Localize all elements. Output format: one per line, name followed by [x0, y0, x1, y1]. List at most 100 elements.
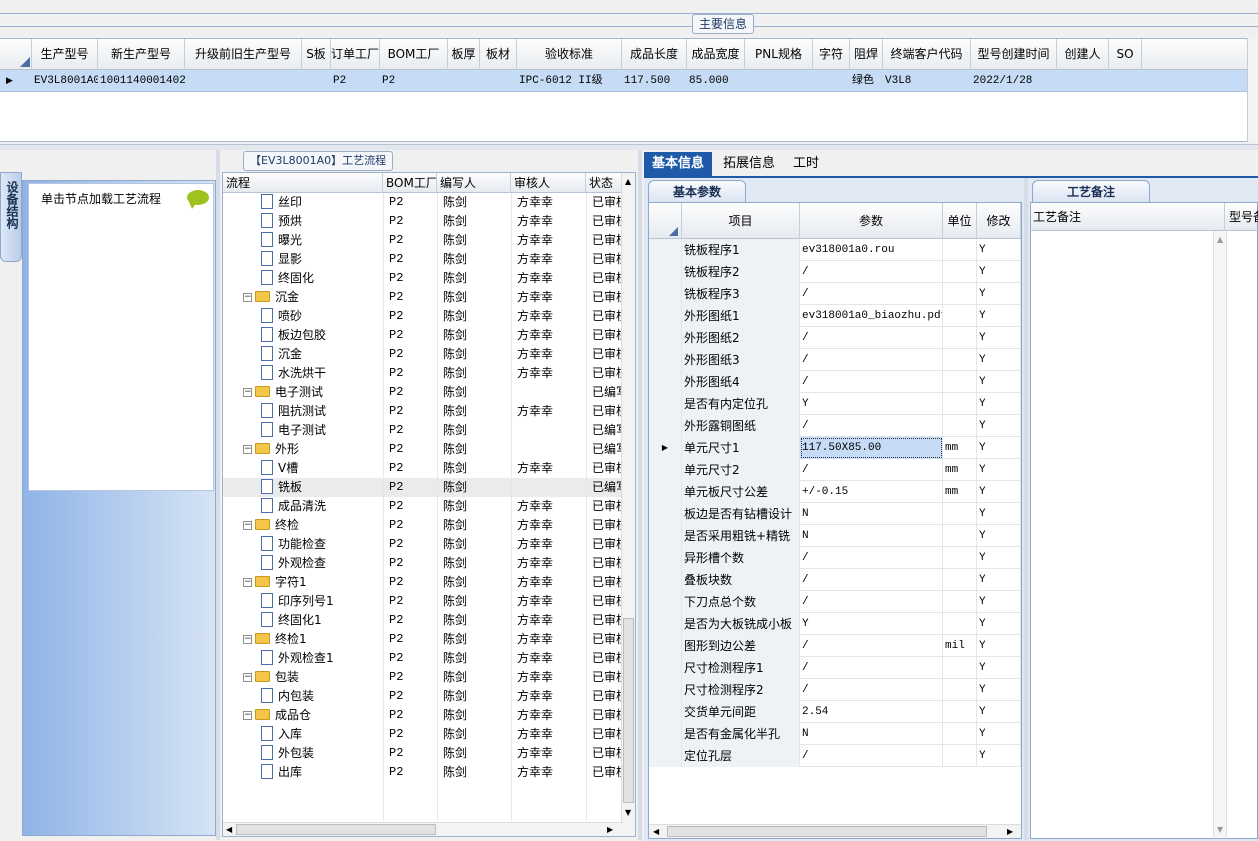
params-row[interactable]: 铣板程序3/ Y	[649, 283, 1021, 305]
grid-col-header[interactable]: 字符	[813, 39, 850, 70]
row-indicator[interactable]	[649, 613, 682, 635]
params-value-cell[interactable]: Y	[800, 613, 943, 635]
tree-node[interactable]: 外观检查1 P2 陈剑 方幸幸 已审核	[223, 649, 623, 668]
params-unit-cell[interactable]	[943, 393, 977, 415]
grid-col-header[interactable]: 验收标准	[517, 39, 622, 70]
grid-cell[interactable]	[745, 70, 813, 92]
row-indicator[interactable]	[649, 327, 682, 349]
row-indicator[interactable]	[649, 679, 682, 701]
params-row[interactable]: ▶ 单元尺寸1 117.50X85.00 mm Y	[649, 437, 1021, 459]
row-indicator[interactable]	[649, 569, 682, 591]
scroll-up-icon[interactable]: ▲	[625, 177, 631, 186]
params-edit-cell[interactable]: Y	[977, 657, 1021, 679]
tab-basic-params[interactable]: 基本参数	[648, 180, 746, 202]
params-value-cell[interactable]: N	[800, 723, 943, 745]
tree-hscroll[interactable]: ◀ ▶	[223, 822, 623, 836]
params-row[interactable]: 外形图纸1 ev318001a0_biaozhu.pdf Y	[649, 305, 1021, 327]
tree-node[interactable]: 外包装 P2 陈剑 方幸幸 已审核	[223, 744, 623, 763]
grid-cell[interactable]: 绿色	[850, 70, 883, 92]
params-row[interactable]: 图形到边公差 / mil Y	[649, 635, 1021, 657]
params-value-cell[interactable]: /	[800, 679, 943, 701]
params-col-header[interactable]: 单位	[943, 203, 977, 239]
params-edit-cell[interactable]: Y	[977, 261, 1021, 283]
grid-cell[interactable]: 2022/1/28	[971, 70, 1057, 92]
params-unit-cell[interactable]	[943, 349, 977, 371]
params-hscroll-right-icon[interactable]: ▶	[1007, 825, 1013, 838]
params-col-header[interactable]: 修改	[977, 203, 1021, 239]
params-edit-cell[interactable]: Y	[977, 437, 1021, 459]
grid-col-header[interactable]: BOM工厂	[380, 39, 448, 70]
grid-cell[interactable]: V3L8	[883, 70, 971, 92]
params-edit-cell[interactable]: Y	[977, 327, 1021, 349]
params-row[interactable]: 外形图纸4/ Y	[649, 371, 1021, 393]
node-list[interactable]: 单击节点加载工艺流程	[28, 183, 214, 491]
tree-node[interactable]: 终固化 P2 陈剑 方幸幸 已审核	[223, 269, 623, 288]
collapse-icon[interactable]: −	[243, 673, 252, 682]
notes-scroll-up-icon[interactable]: ▲	[1217, 235, 1223, 244]
params-value-cell[interactable]: ev318001a0.rou	[800, 239, 943, 261]
grid-cell[interactable]	[1109, 70, 1142, 92]
grid-col-header[interactable]: 订单工厂	[331, 39, 380, 70]
params-unit-cell[interactable]	[943, 525, 977, 547]
params-unit-cell[interactable]	[943, 745, 977, 767]
row-indicator[interactable]	[649, 745, 682, 767]
params-hscroll-left-icon[interactable]: ◀	[653, 825, 659, 838]
tree-node[interactable]: 外观检查 P2 陈剑 方幸幸 已审核	[223, 554, 623, 573]
params-edit-cell[interactable]: Y	[977, 723, 1021, 745]
tab-process-notes[interactable]: 工艺备注	[1032, 180, 1150, 202]
grid-col-header[interactable]: 生产型号	[32, 39, 98, 70]
tree-node[interactable]: 预烘 P2 陈剑 方幸幸 已审核	[223, 212, 623, 231]
params-unit-cell[interactable]	[943, 327, 977, 349]
tree-node[interactable]: 铣板 P2 陈剑 已编写	[223, 478, 623, 497]
params-value-cell[interactable]: /	[800, 459, 943, 481]
params-edit-cell[interactable]: Y	[977, 525, 1021, 547]
tree-node[interactable]: 入库 P2 陈剑 方幸幸 已审核	[223, 725, 623, 744]
tree-node[interactable]: 板边包胶 P2 陈剑 方幸幸 已审核	[223, 326, 623, 345]
grid-cell[interactable]: 10011400014020	[98, 70, 185, 92]
tree-node[interactable]: V槽 P2 陈剑 方幸幸 已审核	[223, 459, 623, 478]
params-hscroll[interactable]: ◀ ▶	[649, 824, 1021, 838]
params-edit-cell[interactable]: Y	[977, 393, 1021, 415]
params-edit-cell[interactable]: Y	[977, 745, 1021, 767]
params-edit-cell[interactable]: Y	[977, 547, 1021, 569]
tree-node[interactable]: − 终检1 P2 陈剑 方幸幸 已审核	[223, 630, 623, 649]
params-value-cell[interactable]: /	[800, 657, 943, 679]
grid-cell[interactable]: IPC-6012 II级	[517, 70, 622, 92]
right-splitter[interactable]	[1024, 178, 1028, 840]
tree-col-header[interactable]: 状态	[586, 173, 623, 193]
notes-scroll-down-icon[interactable]: ▼	[1217, 825, 1223, 834]
params-row[interactable]: 尺寸检测程序1/ Y	[649, 657, 1021, 679]
params-row[interactable]: 是否为大板铣成小板 Y Y	[649, 613, 1021, 635]
tree-node[interactable]: 显影 P2 陈剑 方幸幸 已审核	[223, 250, 623, 269]
tree-node[interactable]: − 成品仓 P2 陈剑 方幸幸 已审核	[223, 706, 623, 725]
tree-node[interactable]: 印序列号1 P2 陈剑 方幸幸 已审核	[223, 592, 623, 611]
row-indicator[interactable]	[649, 591, 682, 613]
hscroll-left-icon[interactable]: ◀	[226, 823, 232, 836]
grid-row-selected[interactable]: ▶ EV3L8001A0 10011400014020 P2 P2 IPC-6012 I…	[0, 70, 1247, 92]
params-row[interactable]: 异形槽个数 / Y	[649, 547, 1021, 569]
collapse-icon[interactable]: −	[243, 578, 252, 587]
grid-col-header[interactable]: 升级前旧生产型号	[185, 39, 302, 70]
row-indicator[interactable]	[649, 305, 682, 327]
params-edit-cell[interactable]: Y	[977, 349, 1021, 371]
params-value-cell[interactable]: /	[800, 349, 943, 371]
params-edit-cell[interactable]: Y	[977, 481, 1021, 503]
row-indicator[interactable]	[649, 393, 682, 415]
tree-node[interactable]: 终固化1 P2 陈剑 方幸幸 已审核	[223, 611, 623, 630]
grid-col-header[interactable]: 成品宽度	[687, 39, 745, 70]
params-value-cell[interactable]: 2.54	[800, 701, 943, 723]
grid-cell[interactable]	[302, 70, 331, 92]
process-tree[interactable]: 流程 BOM工厂 编写人 审核人 状态 丝印 P2 陈剑 方幸幸 已审核 预烘 P2 陈剑 方幸幸 已审核…	[222, 172, 636, 837]
grid-cell[interactable]	[813, 70, 850, 92]
tab-work-hours[interactable]: 工时	[785, 152, 827, 176]
params-unit-cell[interactable]	[943, 371, 977, 393]
params-unit-cell[interactable]	[943, 415, 977, 437]
tree-node[interactable]: 沉金 P2 陈剑 方幸幸 已审核	[223, 345, 623, 364]
params-value-cell[interactable]: /	[800, 569, 943, 591]
params-unit-cell[interactable]	[943, 283, 977, 305]
tab-extended-info[interactable]: 拓展信息	[715, 152, 783, 176]
params-row[interactable]: 单元板尺寸公差 +/-0.15 mm Y	[649, 481, 1021, 503]
params-value-cell[interactable]: Y	[800, 393, 943, 415]
params-unit-cell[interactable]: mm	[943, 481, 977, 503]
params-edit-cell[interactable]: Y	[977, 635, 1021, 657]
